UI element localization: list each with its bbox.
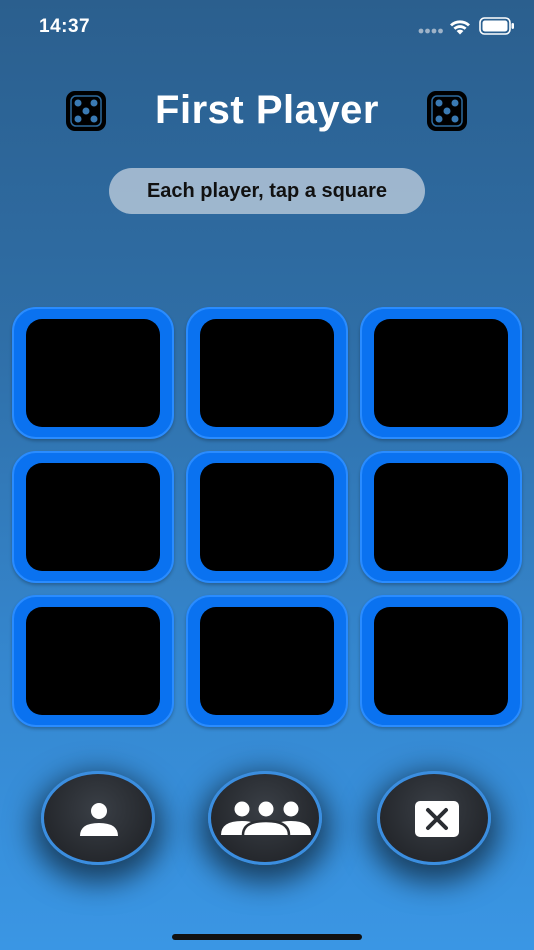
square-touch-area[interactable] — [26, 607, 160, 715]
player-square-5[interactable] — [186, 451, 348, 583]
title-row: First Player — [0, 86, 534, 134]
home-indicator[interactable] — [172, 934, 362, 940]
player-square-4[interactable] — [12, 451, 174, 583]
square-touch-area[interactable] — [200, 319, 334, 427]
square-touch-area[interactable] — [374, 319, 508, 427]
player-square-8[interactable] — [186, 595, 348, 727]
battery-icon — [479, 17, 514, 35]
single-player-button[interactable] — [41, 771, 155, 865]
square-touch-area[interactable] — [200, 607, 334, 715]
status-bar: 14:37 — [0, 0, 534, 54]
player-square-9[interactable] — [360, 595, 522, 727]
square-touch-area[interactable] — [26, 463, 160, 571]
player-square-3[interactable] — [360, 307, 522, 439]
player-square-7[interactable] — [12, 595, 174, 727]
player-square-6[interactable] — [360, 451, 522, 583]
player-square-1[interactable] — [12, 307, 174, 439]
person-icon — [80, 803, 118, 836]
people-group-icon — [221, 801, 311, 836]
cellular-signal-icon — [418, 28, 443, 34]
square-touch-area[interactable] — [200, 463, 334, 571]
multiplayer-button[interactable] — [208, 771, 322, 865]
square-touch-area[interactable] — [26, 319, 160, 427]
status-time: 14:37 — [39, 16, 91, 37]
instruction-pill: Each player, tap a square — [109, 168, 425, 214]
clear-button[interactable] — [377, 771, 491, 865]
player-square-grid — [12, 307, 522, 727]
player-square-2[interactable] — [186, 307, 348, 439]
clear-x-icon — [415, 801, 459, 837]
square-touch-area[interactable] — [374, 607, 508, 715]
square-touch-area[interactable] — [374, 463, 508, 571]
wifi-icon — [450, 20, 470, 35]
dice-icon — [427, 91, 467, 131]
